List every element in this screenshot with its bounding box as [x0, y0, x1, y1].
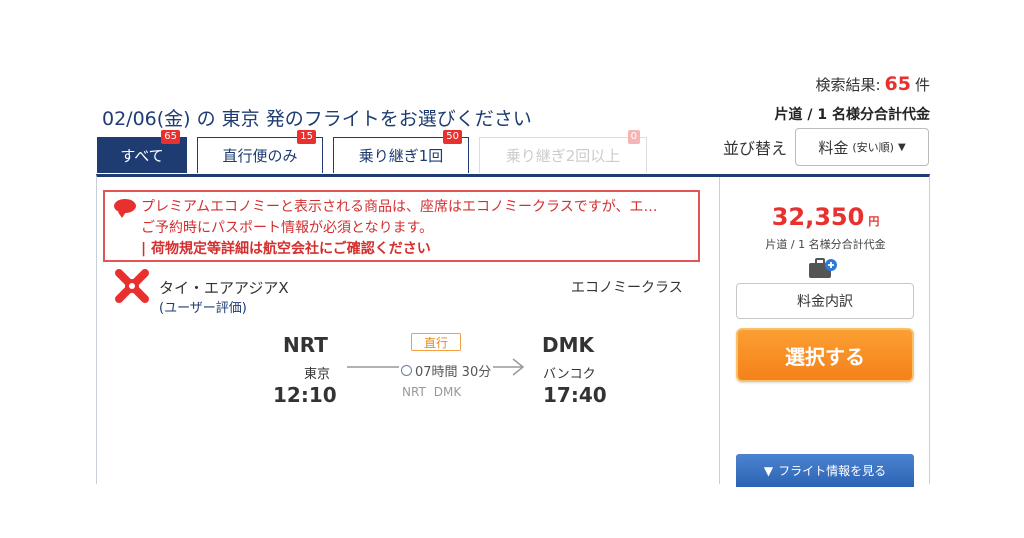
sort-label: 並び替え	[722, 139, 787, 158]
clock-icon	[401, 365, 412, 376]
departure-airport-code: NRT	[283, 333, 328, 357]
results-count: 検索結果: 65 件	[815, 73, 930, 95]
arrival-airport-code: DMK	[542, 333, 595, 357]
filter-tabs: すべて 65 直行便のみ 15 乗り継ぎ1回 50 乗り継ぎ2回以上 0	[97, 130, 647, 173]
flight-details: プレミアムエコノミーと表示される商品は、座席はエコノミークラスですが、エ… ご予…	[97, 177, 719, 484]
sort-selected-hint: (安い順)	[852, 141, 894, 154]
sort-dropdown[interactable]: 料金 (安い順) ▼	[795, 128, 929, 166]
tab-count-badge: 0	[627, 130, 640, 144]
price-amount: 32,350	[771, 203, 865, 231]
results-number: 65	[884, 73, 911, 95]
speech-bubble-icon	[114, 199, 136, 218]
triangle-down-icon: ▼	[763, 463, 774, 478]
route-destination: DMK	[433, 385, 462, 399]
tab-label: 直行便のみ	[222, 147, 298, 165]
nonstop-badge: 直行	[411, 333, 461, 351]
fare-basis-label: 片道 / 1 名様分合計代金	[774, 107, 930, 123]
notice-line: ご予約時にパスポート情報が必須となります。	[141, 220, 434, 236]
price-currency: 円	[868, 215, 880, 228]
price-note: 片道 / 1 名様分合計代金	[765, 238, 886, 251]
page-title: 02/06(金) の 東京 発のフライトをお選びください	[102, 108, 532, 130]
flight-info-label: フライト情報を見る	[778, 464, 887, 478]
flight-result-card: プレミアムエコノミーと表示される商品は、座席はエコノミークラスですが、エ… ご予…	[96, 174, 931, 487]
select-flight-button[interactable]: 選択する	[736, 328, 914, 382]
fare-breakdown-button[interactable]: 料金内訳	[736, 283, 914, 319]
user-rating-link[interactable]: (ユーザー評価)	[159, 297, 247, 316]
tab-nonstop[interactable]: 直行便のみ 15	[197, 130, 323, 173]
results-label: 検索結果:	[815, 76, 881, 94]
tab-two-plus-stops: 乗り継ぎ2回以上 0	[479, 130, 647, 173]
sort-selected-value: 料金	[818, 138, 849, 157]
departure-time: 12:10	[273, 383, 337, 407]
duration-text: 07時間 30分	[415, 365, 492, 380]
baggage-plus-icon	[809, 258, 837, 278]
caret-down-icon: ▼	[897, 141, 906, 153]
tab-label: すべて	[120, 147, 164, 165]
price: 32,350 円	[720, 203, 931, 231]
notice-line-baggage: | 荷物規定等詳細は航空会社にご確認ください	[141, 241, 431, 257]
price-panel: 32,350 円 片道 / 1 名様分合計代金 料金内訳 選択する ▼ フライト情…	[719, 177, 931, 487]
tab-count-badge: 50	[443, 130, 462, 144]
flight-duration: 07時間 30分	[399, 361, 494, 380]
route-origin: NRT	[402, 385, 426, 399]
tab-all[interactable]: すべて 65	[97, 130, 187, 173]
tab-one-stop[interactable]: 乗り継ぎ1回 50	[333, 130, 469, 173]
notice-line: プレミアムエコノミーと表示される商品は、座席はエコノミークラスですが、エ…	[141, 199, 658, 215]
arrival-city: バンコク	[543, 367, 596, 382]
tab-count-badge: 15	[297, 130, 316, 144]
sort-control: 並び替え 料金 (安い順) ▼	[723, 128, 929, 166]
results-unit: 件	[914, 76, 930, 94]
tab-label: 乗り継ぎ1回	[358, 147, 444, 165]
cabin-class: エコノミークラス	[571, 280, 683, 296]
tab-label: 乗り継ぎ2回以上	[505, 147, 621, 165]
arrival-time: 17:40	[543, 383, 607, 407]
notice-box: プレミアムエコノミーと表示される商品は、座席はエコノミークラスですが、エ… ご予…	[103, 190, 700, 262]
route-codes: NRT DMK	[402, 385, 461, 399]
airasia-x-logo	[115, 269, 149, 303]
flight-info-button[interactable]: ▼ フライト情報を見る	[736, 454, 914, 487]
departure-city: 東京	[304, 367, 331, 382]
tab-count-badge: 65	[161, 130, 180, 144]
airline-name: タイ・エアアジアX	[159, 279, 289, 297]
